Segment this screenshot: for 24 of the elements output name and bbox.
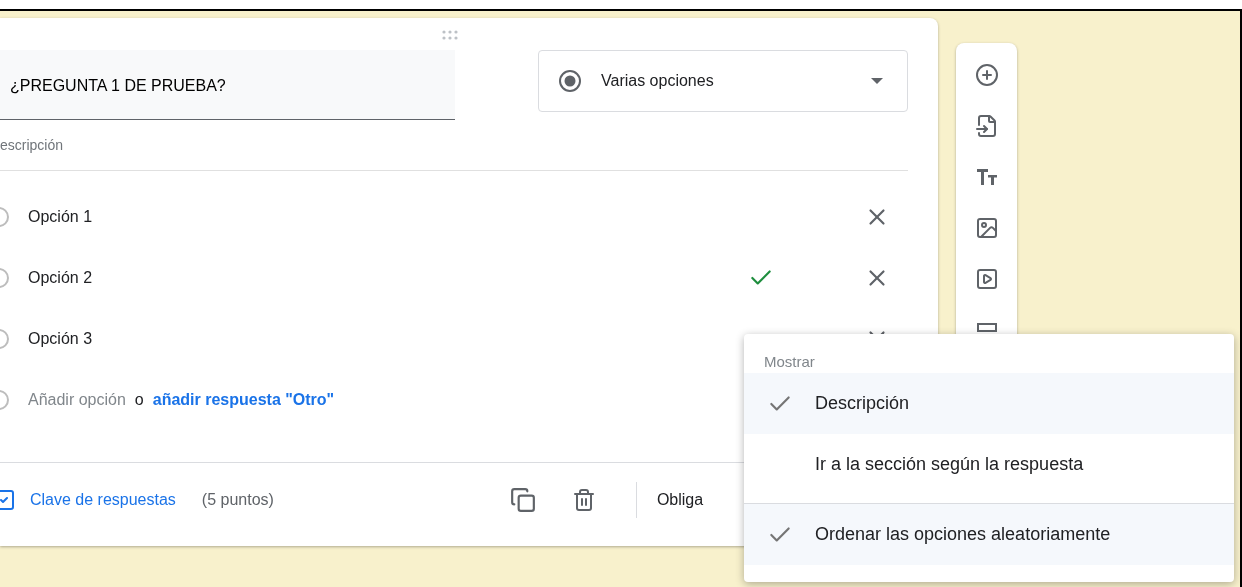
- required-label: Obliga: [656, 489, 704, 510]
- add-question-icon[interactable]: [974, 63, 999, 87]
- drag-handle-icon[interactable]: [440, 30, 460, 40]
- video-icon[interactable]: [974, 267, 999, 291]
- delete-icon[interactable]: [571, 487, 596, 512]
- or-text: o: [134, 389, 144, 410]
- answer-key-button[interactable]: Clave de respuestas: [0, 487, 176, 512]
- menu-item[interactable]: Ordenar las opciones aleatoriamente: [744, 504, 1234, 565]
- import-icon[interactable]: [974, 114, 999, 138]
- question-title-field[interactable]: ¿PREGUNTA 1 DE PRUEBA?: [0, 50, 455, 120]
- option-label[interactable]: Opción 2: [28, 265, 748, 290]
- menu-item[interactable]: Descripción: [744, 373, 1234, 434]
- points-text: (5 puntos): [201, 489, 274, 510]
- image-icon[interactable]: [974, 216, 999, 240]
- caret-icon: [871, 78, 883, 84]
- question-type-dropdown[interactable]: Varias opciones: [538, 50, 908, 112]
- menu-header: Mostrar: [764, 352, 816, 372]
- add-other-link[interactable]: añadir respuesta "Otro": [152, 387, 335, 412]
- menu-item[interactable]: Ir a la sección según la respuesta: [744, 434, 1234, 495]
- radio-selected-icon: [558, 69, 582, 93]
- option-label[interactable]: Opción 1: [28, 204, 864, 229]
- description-field[interactable]: escripción: [0, 120, 908, 171]
- copy-icon[interactable]: [509, 486, 536, 513]
- add-option-text[interactable]: Añadir opción: [28, 387, 126, 412]
